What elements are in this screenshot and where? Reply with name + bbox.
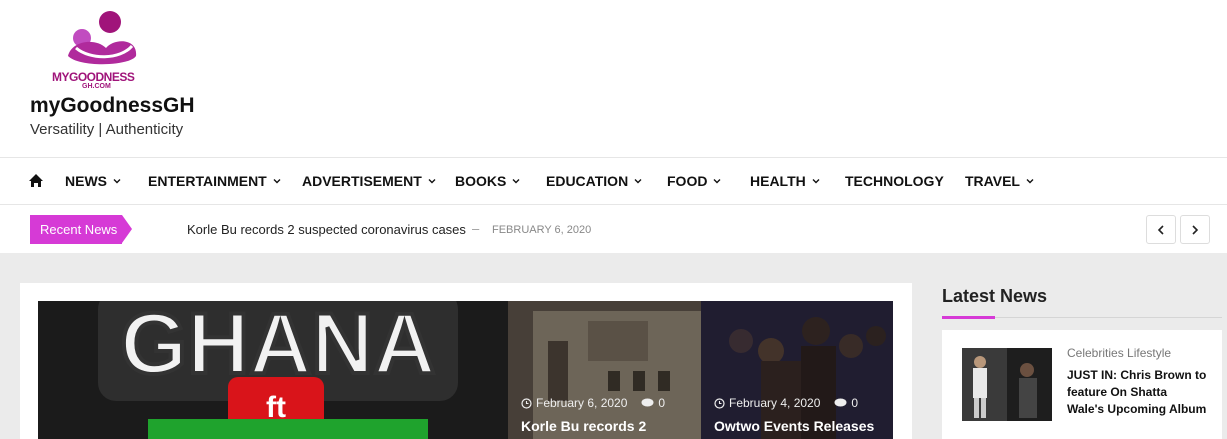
featured-post-1-title[interactable]: Korle Bu records 2	[521, 418, 646, 434]
nav-item-books[interactable]: BOOKS	[455, 173, 520, 189]
site-tagline: Versatility | Authenticity	[30, 121, 184, 138]
nav-item-technology[interactable]: TECHNOLOGY	[845, 173, 944, 189]
clock-icon	[521, 397, 532, 409]
chevron-down-icon	[812, 179, 820, 184]
site-header: MYGOODNESS GH.COM myGoodnessGH Versatili…	[0, 0, 1227, 157]
ticker-prev-button[interactable]	[1146, 215, 1176, 244]
chevron-down-icon	[634, 179, 642, 184]
sidebar-post-headline[interactable]: JUST IN: Chris Brown to feature On Shatt…	[1067, 367, 1207, 418]
sidebar-post-thumbnail[interactable]	[962, 348, 1052, 421]
logo-wordmark: MYGOODNESS	[52, 70, 135, 84]
chevron-down-icon	[428, 179, 436, 184]
news-ticker: Recent News Korle Bu records 2 suspected…	[0, 205, 1227, 253]
featured-main-artwork: GHANA ft	[38, 301, 508, 439]
comment-icon	[834, 398, 847, 407]
post-date: February 4, 2020	[729, 396, 821, 410]
recent-news-label-arrow	[122, 215, 132, 243]
featured-post-1-meta: February 6, 2020 0	[521, 396, 665, 410]
nav-item-label: HEALTH	[750, 173, 806, 189]
nav-item-label: FOOD	[667, 173, 708, 189]
comment-count[interactable]: 0	[658, 396, 665, 410]
recent-news-label: Recent News	[30, 215, 122, 244]
nav-item-news[interactable]: NEWS	[65, 173, 121, 189]
ticker-headline-link[interactable]: Korle Bu records 2 suspected coronavirus…	[187, 222, 466, 237]
nav-item-education[interactable]: EDUCATION	[546, 173, 642, 189]
featured-post-2[interactable]: February 4, 2020 0 Owtwo Events Releases	[701, 301, 893, 439]
sidebar-latest-news-title: Latest News	[942, 286, 1048, 306]
chevron-down-icon	[1026, 179, 1034, 184]
sidebar-title-accent	[942, 316, 995, 319]
nav-item-label: ADVERTISEMENT	[302, 173, 422, 189]
nav-item-entertainment[interactable]: ENTERTAINMENT	[148, 173, 281, 189]
nav-item-travel[interactable]: TRAVEL	[965, 173, 1034, 189]
comment-count[interactable]: 0	[851, 396, 858, 410]
featured-post-2-meta: February 4, 2020 0	[714, 396, 858, 410]
home-icon[interactable]	[28, 173, 44, 189]
main-navigation: NEWS ENTERTAINMENT ADVERTISEMENT BOOKS E…	[0, 157, 1227, 205]
chevron-left-icon	[1157, 224, 1164, 235]
logo-subtext: GH.COM	[82, 83, 111, 90]
featured-post-2-title[interactable]: Owtwo Events Releases	[714, 418, 874, 434]
chevron-down-icon	[273, 179, 281, 184]
post-date: February 6, 2020	[536, 396, 628, 410]
featured-post-1[interactable]: February 6, 2020 0 Korle Bu records 2	[508, 301, 701, 439]
nav-item-label: TRAVEL	[965, 173, 1020, 189]
nav-item-health[interactable]: HEALTH	[750, 173, 820, 189]
nav-item-label: EDUCATION	[546, 173, 629, 189]
nav-item-label: NEWS	[65, 173, 107, 189]
sidebar-post-image	[962, 348, 1052, 421]
comment-icon	[641, 398, 654, 407]
ticker-separator: –	[472, 221, 480, 236]
chevron-down-icon	[512, 179, 520, 184]
chevron-down-icon	[113, 179, 121, 184]
nav-item-label: BOOKS	[455, 173, 507, 189]
nav-item-food[interactable]: FOOD	[667, 173, 721, 189]
nav-item-advertisement[interactable]: ADVERTISEMENT	[302, 173, 436, 189]
chevron-right-icon	[1192, 224, 1199, 235]
site-title[interactable]: myGoodnessGH	[30, 94, 195, 118]
sidebar-post-card: Celebrities Lifestyle JUST IN: Chris Bro…	[942, 330, 1222, 439]
sidebar-post-category[interactable]: Celebrities Lifestyle	[1067, 346, 1171, 360]
clock-icon	[714, 397, 725, 409]
chevron-down-icon	[713, 179, 721, 184]
nav-item-label: TECHNOLOGY	[845, 173, 944, 189]
ticker-date: FEBRUARY 6, 2020	[492, 224, 592, 236]
nav-item-label: ENTERTAINMENT	[148, 173, 267, 189]
featured-post-main-image[interactable]: GHANA ft	[38, 301, 508, 439]
ticker-next-button[interactable]	[1180, 215, 1210, 244]
